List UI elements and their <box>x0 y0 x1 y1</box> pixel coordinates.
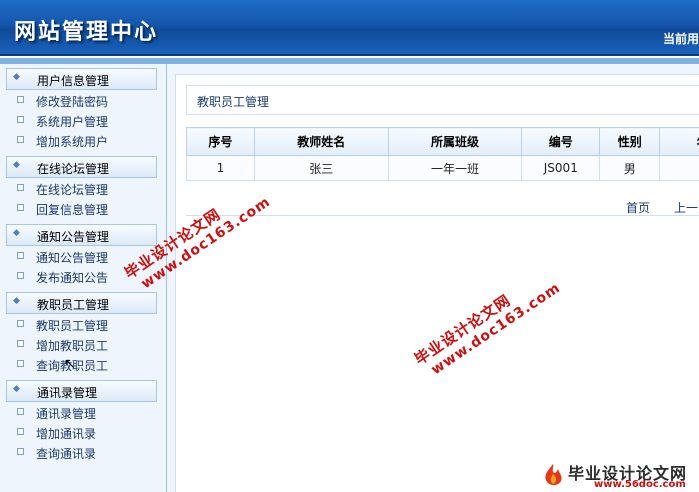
pagination: 首页 上一页 <box>626 199 699 216</box>
header-bar: 网站管理中心 当前用 <box>0 0 699 56</box>
main-content: 教职员工管理 序号 教师姓名 所属班级 编号 性别 年 <box>167 64 699 492</box>
sidebar-group-header[interactable]: ◆ 在线论坛管理 <box>6 156 157 178</box>
column-header: 所属班级 <box>387 127 523 156</box>
sidebar-item-label: 增加教职员工 <box>36 339 109 353</box>
sidebar-group-contacts: ◆ 通讯录管理 通讯录管理 增加通讯录 查询通讯录 <box>0 380 166 462</box>
flame-logo-icon <box>545 464 562 486</box>
sidebar-group-header[interactable]: ◆ 通知公告管理 <box>6 224 157 246</box>
table-cell: 一年一班 <box>387 155 523 181</box>
content-panel: 教职员工管理 序号 教师姓名 所属班级 编号 性别 年 <box>175 74 699 492</box>
sidebar-item-label: 查询通讯录 <box>36 447 97 461</box>
sidebar-item-contacts-manage[interactable]: 通讯录管理 <box>0 402 166 422</box>
current-user-label: 当前用 <box>662 32 699 46</box>
sidebar-item-change-password[interactable]: 修改登陆密码 <box>0 90 166 110</box>
doc-icon <box>17 340 24 347</box>
sidebar-item-add-contact[interactable]: 增加通讯录 <box>0 422 166 442</box>
table-cell: 男 <box>599 155 661 181</box>
page-title: 教职员工管理 <box>197 95 270 109</box>
mouse-cursor-icon: ↖ <box>64 356 76 372</box>
table-cell: 1 <box>186 155 255 181</box>
sidebar-group-header[interactable]: ◆ 用户信息管理 <box>6 68 157 90</box>
sidebar-item-add-staff[interactable]: 增加教职员工 <box>0 334 166 354</box>
sidebar-item-label: 在线论坛管理 <box>36 183 109 197</box>
doc-icon <box>17 320 24 327</box>
sidebar-item-replies[interactable]: 回复信息管理 <box>0 198 166 218</box>
sidebar-item-system-users[interactable]: 系统用户管理 <box>0 110 166 130</box>
panel-title-bar: 教职员工管理 <box>186 85 699 115</box>
sidebar-item-label: 增加系统用户 <box>36 135 109 149</box>
doc-icon <box>17 184 24 191</box>
sidebar-item-staff-manage[interactable]: 教职员工管理 <box>0 314 166 334</box>
sidebar-item-label: 修改登陆密码 <box>36 95 109 109</box>
sidebar-item-add-system-user[interactable]: 增加系统用户 <box>0 130 166 150</box>
doc-icon <box>17 448 24 455</box>
sidebar-item-label: 增加通讯录 <box>36 427 97 441</box>
site-title: 网站管理中心 <box>14 20 159 45</box>
sidebar-item-label: 通知公告管理 <box>36 251 109 265</box>
sidebar-item-label: 教职员工管理 <box>36 319 109 333</box>
sidebar-group-user: ◆ 用户信息管理 修改登陆密码 系统用户管理 增加系统用户 <box>0 68 166 150</box>
sidebar-group-title: 通知公告管理 <box>37 230 110 244</box>
column-header: 性别 <box>599 127 661 156</box>
table-cell: 2 <box>659 155 699 181</box>
sidebar-group-header[interactable]: ◆ 教职员工管理 <box>6 292 157 314</box>
doc-icon <box>17 408 24 415</box>
doc-icon <box>17 204 24 211</box>
sidebar-group-title: 教职员工管理 <box>37 298 110 312</box>
doc-icon <box>17 272 24 279</box>
table-cell: 张三 <box>253 155 389 181</box>
doc-icon <box>17 136 24 143</box>
watermark-logo: 毕业设计论文网 www.56doc.com <box>536 458 699 492</box>
expand-icon: ◆ <box>13 384 20 394</box>
staff-table: 序号 教师姓名 所属班级 编号 性别 年 1 张三 一年一班 JS001 男 <box>186 127 699 181</box>
expand-icon: ◆ <box>13 72 20 82</box>
sidebar-item-search-contact[interactable]: 查询通讯录 <box>0 442 166 462</box>
column-header: 教师姓名 <box>253 127 389 156</box>
sidebar-item-label: 发布通知公告 <box>36 271 109 285</box>
sidebar-group-title: 通讯录管理 <box>37 386 98 400</box>
expand-icon: ◆ <box>13 296 20 306</box>
table-cell: JS001 <box>521 155 601 181</box>
sidebar-group-title: 在线论坛管理 <box>37 162 110 176</box>
sidebar-group-staff: ◆ 教职员工管理 教职员工管理 增加教职员工 查询教职员工 <box>0 292 166 374</box>
column-header: 编号 <box>521 127 601 156</box>
expand-icon: ◆ <box>13 228 20 238</box>
doc-icon <box>17 360 24 367</box>
doc-icon <box>17 116 24 123</box>
sidebar-group-forum: ◆ 在线论坛管理 在线论坛管理 回复信息管理 <box>0 156 166 218</box>
prev-page-link[interactable]: 上一页 <box>674 201 699 215</box>
sidebar-group-header[interactable]: ◆ 通讯录管理 <box>6 380 157 402</box>
column-header: 年 <box>659 127 699 156</box>
sidebar-item-label: 系统用户管理 <box>36 115 109 129</box>
table-header-row: 序号 教师姓名 所属班级 编号 性别 年 <box>186 127 699 156</box>
first-page-link[interactable]: 首页 <box>626 201 650 215</box>
doc-icon <box>17 96 24 103</box>
sidebar-group-title: 用户信息管理 <box>37 74 110 88</box>
table-row[interactable]: 1 张三 一年一班 JS001 男 2 <box>186 155 699 181</box>
sidebar-item-forum[interactable]: 在线论坛管理 <box>0 178 166 198</box>
logo-url: www.56doc.com <box>594 479 686 490</box>
sidebar-item-label: 回复信息管理 <box>36 203 109 217</box>
column-header: 序号 <box>186 127 255 156</box>
sidebar-item-label: 通讯录管理 <box>36 407 97 421</box>
expand-icon: ◆ <box>13 160 20 170</box>
divider <box>186 215 699 216</box>
doc-icon <box>17 428 24 435</box>
doc-icon <box>17 252 24 259</box>
sidebar-item-search-staff[interactable]: 查询教职员工 <box>0 354 166 374</box>
